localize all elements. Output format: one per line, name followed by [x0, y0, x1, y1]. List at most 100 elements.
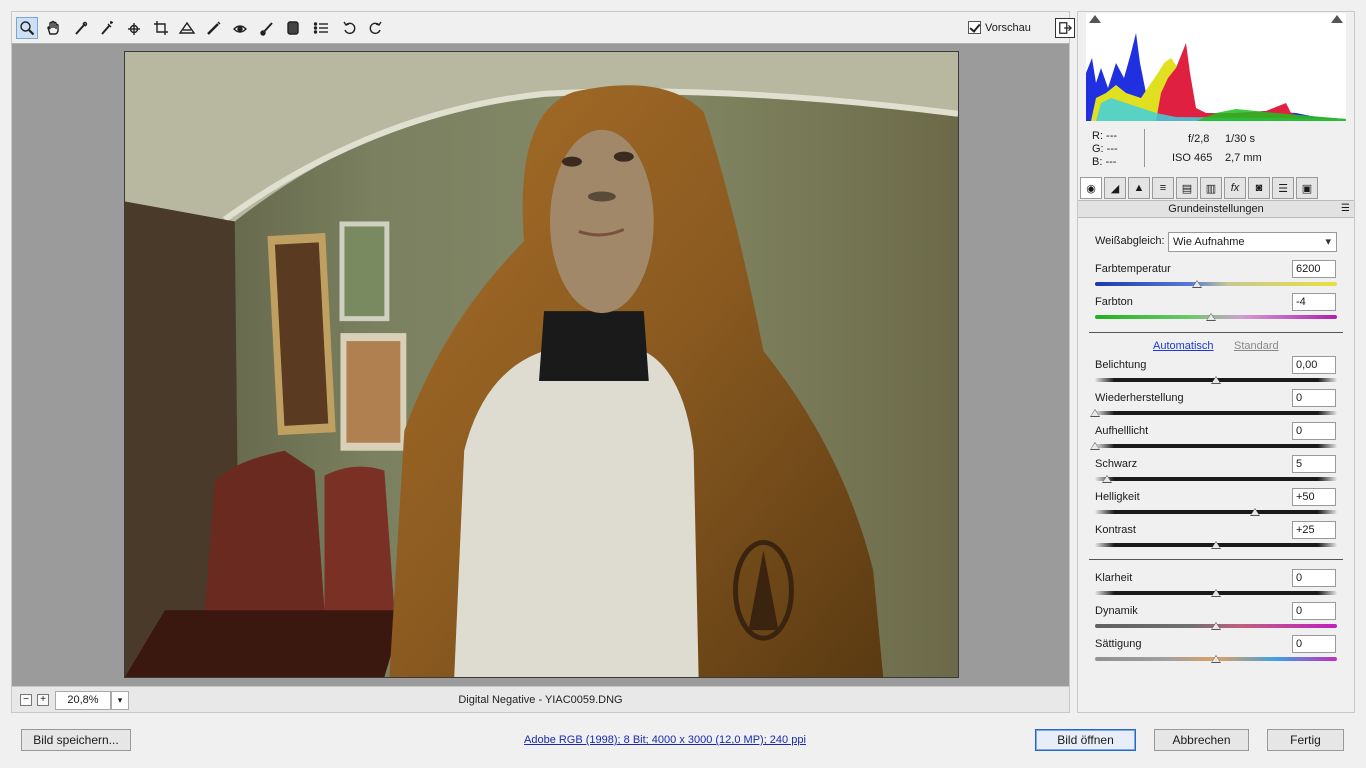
vibrance-slider-thumb[interactable] — [1211, 622, 1221, 630]
temp-slider[interactable] — [1095, 282, 1337, 286]
white-balance-icon[interactable] — [70, 17, 92, 39]
preview-label: Vorschau — [985, 21, 1031, 34]
contrast-slider-thumb[interactable] — [1211, 541, 1221, 549]
tint-label: Farbton — [1095, 296, 1133, 308]
contrast-input[interactable]: +25 — [1292, 521, 1336, 539]
vibrance-label: Dynamik — [1095, 605, 1138, 617]
exposure-slider-thumb[interactable] — [1211, 376, 1221, 384]
preview-checkbox[interactable] — [968, 21, 981, 34]
blacks-slider[interactable] — [1095, 477, 1337, 481]
panel-menu-icon[interactable]: ☰ — [1341, 201, 1350, 217]
cancel-button[interactable]: Abbrechen — [1154, 729, 1249, 751]
g-readout: G: --- — [1092, 143, 1118, 155]
red-eye-icon[interactable] — [229, 17, 251, 39]
target-adjust-icon[interactable] — [123, 17, 145, 39]
exposure-label: Belichtung — [1095, 359, 1147, 371]
presets-icon[interactable]: ☰ — [1272, 177, 1294, 199]
adjustment-panel: R: --- G: --- B: --- f/2,8 1/30 s ISO 46… — [1077, 11, 1355, 713]
zoom-icon[interactable] — [16, 17, 38, 39]
iso-readout: ISO 465 — [1172, 152, 1213, 164]
white-balance-select[interactable]: Wie Aufnahme — [1168, 232, 1337, 252]
recovery-slider[interactable] — [1095, 411, 1337, 415]
rotate-left-icon[interactable] — [339, 17, 361, 39]
straighten-icon[interactable] — [176, 17, 198, 39]
hsl-icon[interactable]: ≡ — [1152, 177, 1174, 199]
recovery-label: Wiederherstellung — [1095, 392, 1184, 404]
brightness-input[interactable]: +50 — [1292, 488, 1336, 506]
recovery-input[interactable]: 0 — [1292, 389, 1336, 407]
contrast-label: Kontrast — [1095, 524, 1136, 536]
brightness-label: Helligkeit — [1095, 491, 1140, 503]
done-button[interactable]: Fertig — [1267, 729, 1344, 751]
brightness-slider[interactable] — [1095, 510, 1337, 514]
clarity-input[interactable]: 0 — [1292, 569, 1336, 587]
clarity-slider-thumb[interactable] — [1211, 589, 1221, 597]
rgb-readout: R: --- G: --- B: --- — [1092, 130, 1118, 169]
r-readout: R: --- — [1092, 130, 1118, 142]
saturation-label: Sättigung — [1095, 638, 1142, 650]
auto-link[interactable]: Automatisch — [1153, 340, 1214, 352]
fill-light-label: Aufhelllicht — [1095, 425, 1149, 437]
camera-calibration-icon[interactable]: ◙ — [1248, 177, 1270, 199]
tint-input[interactable]: -4 — [1292, 293, 1336, 311]
panel-title: Grundeinstellungen — [1168, 203, 1264, 215]
standard-link[interactable]: Standard — [1234, 340, 1279, 352]
preview-toggle[interactable]: Vorschau — [968, 21, 1031, 34]
photo-preview[interactable] — [124, 51, 959, 678]
fill-light-slider[interactable] — [1095, 444, 1337, 448]
white-balance-label: Weißabgleich: — [1095, 235, 1165, 247]
panel-tabs: ◉ ◢ ▲ ≡ ▤ ▥ fx ◙ ☰ ▣ — [1078, 177, 1354, 199]
crop-icon[interactable] — [150, 17, 172, 39]
effects-icon[interactable]: fx — [1224, 177, 1246, 199]
rotate-right-icon[interactable] — [364, 17, 386, 39]
detail-icon[interactable]: ▲ — [1128, 177, 1150, 199]
brightness-slider-thumb[interactable] — [1249, 508, 1260, 516]
open-image-button[interactable]: Bild öffnen — [1035, 729, 1136, 751]
focal-readout: 2,7 mm — [1225, 152, 1262, 164]
aperture-readout: f/2,8 — [1188, 133, 1210, 145]
temp-input[interactable]: 6200 — [1292, 260, 1336, 278]
saturation-input[interactable]: 0 — [1292, 635, 1336, 653]
section-divider — [1089, 559, 1343, 560]
split-toning-icon[interactable]: ▤ — [1176, 177, 1198, 199]
panel-header: Grundeinstellungen ☰ — [1078, 200, 1354, 218]
shadow-clip-warning-icon[interactable] — [1089, 15, 1101, 23]
photo-image — [125, 52, 958, 677]
fill-light-input[interactable]: 0 — [1292, 422, 1336, 440]
shutter-readout: 1/30 s — [1225, 133, 1255, 145]
recovery-slider-thumb[interactable] — [1090, 409, 1100, 417]
exposure-input[interactable]: 0,00 — [1292, 356, 1336, 374]
tone-curve-icon[interactable]: ◢ — [1104, 177, 1126, 199]
workflow-options-link[interactable]: Adobe RGB (1998); 8 Bit; 4000 x 3000 (12… — [524, 734, 806, 746]
tint-slider-thumb[interactable] — [1206, 313, 1217, 321]
snapshots-icon[interactable]: ▣ — [1296, 177, 1318, 199]
preview-area[interactable] — [11, 44, 1070, 686]
info-separator — [1144, 129, 1145, 167]
histogram — [1086, 13, 1346, 121]
adjustment-brush-icon[interactable] — [256, 17, 278, 39]
fullscreen-icon[interactable] — [1055, 18, 1075, 38]
temp-slider-thumb[interactable] — [1191, 280, 1202, 288]
vibrance-input[interactable]: 0 — [1292, 602, 1336, 620]
blacks-input[interactable]: 5 — [1292, 455, 1336, 473]
b-readout: B: --- — [1092, 156, 1117, 168]
basic-icon[interactable]: ◉ — [1080, 177, 1102, 199]
fill-light-slider-thumb[interactable] — [1090, 442, 1100, 450]
preferences-icon[interactable] — [310, 17, 332, 39]
section-divider — [1089, 332, 1343, 333]
lens-corrections-icon[interactable]: ▥ — [1200, 177, 1222, 199]
file-name: Digital Negative - YIAC0059.DNG — [458, 694, 623, 706]
graduated-filter-icon[interactable] — [282, 17, 304, 39]
blacks-slider-thumb[interactable] — [1102, 475, 1113, 483]
hand-icon[interactable] — [42, 17, 64, 39]
spot-removal-icon[interactable] — [203, 17, 225, 39]
clarity-label: Klarheit — [1095, 572, 1133, 584]
temp-label: Farbtemperatur — [1095, 263, 1171, 275]
save-image-button[interactable]: Bild speichern... — [21, 729, 131, 751]
highlight-clip-warning-icon[interactable] — [1331, 15, 1343, 23]
saturation-slider-thumb[interactable] — [1211, 655, 1221, 663]
toolbar: Vorschau — [11, 11, 1075, 44]
blacks-label: Schwarz — [1095, 458, 1138, 470]
color-sampler-icon[interactable] — [96, 17, 118, 39]
status-bar: − + 20,8% ▾ Digital Negative - YIAC0059.… — [11, 686, 1070, 713]
